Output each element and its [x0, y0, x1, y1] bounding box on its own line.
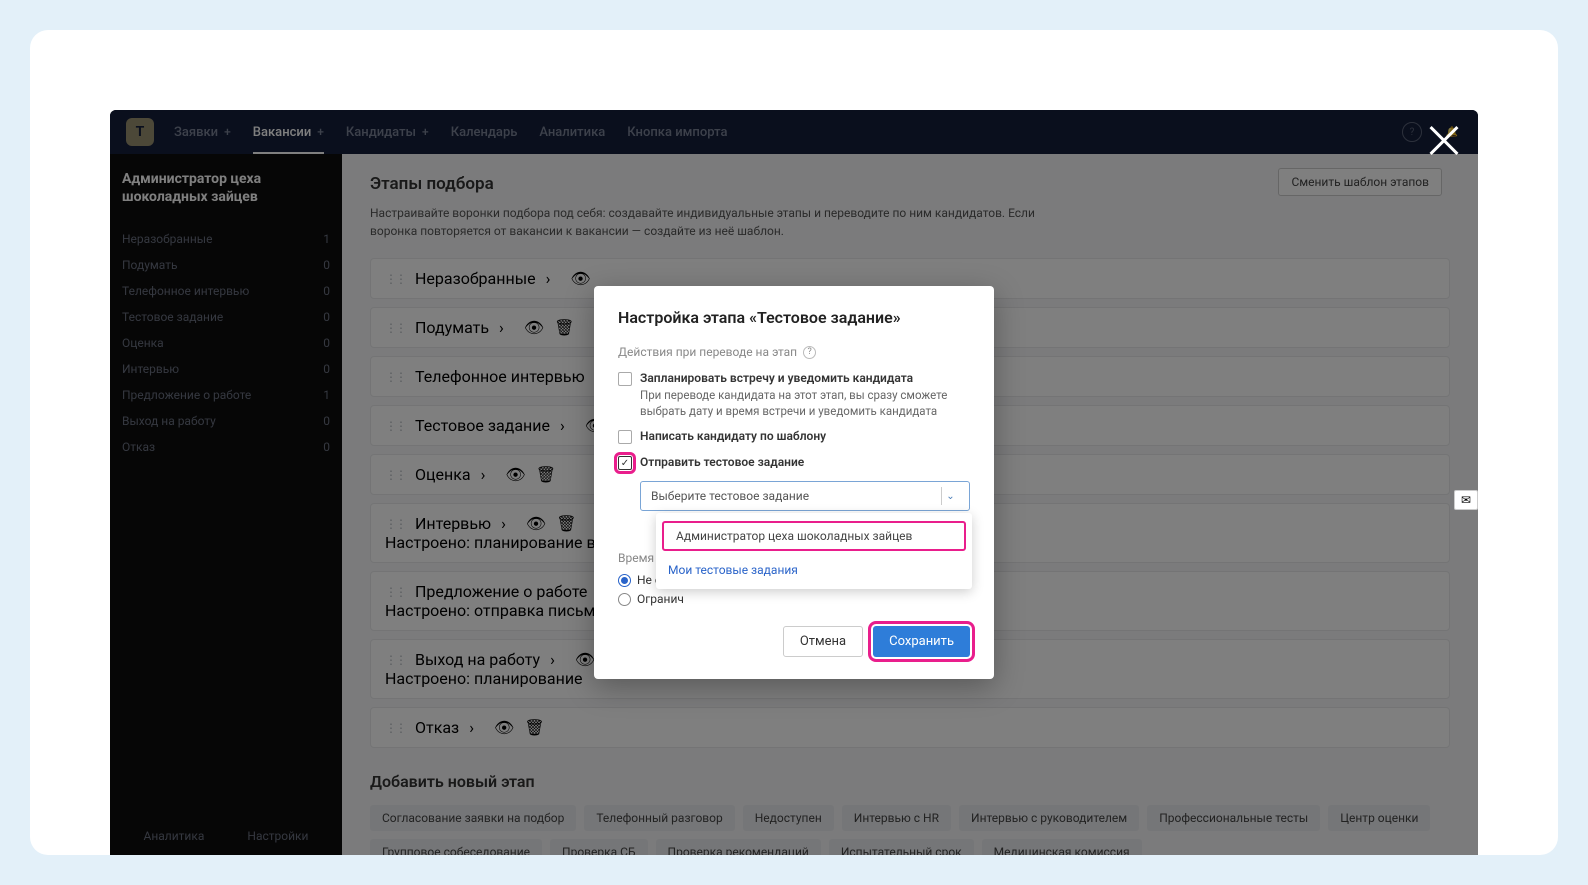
cancel-button[interactable]: Отмена: [783, 626, 863, 657]
radio-unlimited[interactable]: [618, 574, 631, 587]
modal-title: Настройка этапа «Тестовое задание»: [618, 308, 970, 327]
actions-label: Действия при переводе на этап ?: [618, 345, 970, 359]
chevron-down-icon: ⌄: [941, 487, 959, 505]
dropdown-option[interactable]: Администратор цеха шоколадных зайцев: [662, 521, 966, 551]
test-dropdown: Администратор цеха шоколадных зайцев Мои…: [656, 513, 972, 589]
dropdown-my-tests-link[interactable]: Мои тестовые задания: [656, 553, 972, 583]
cb1-desc: При переводе кандидата на этот этап, вы …: [640, 387, 970, 419]
stage-settings-modal: Настройка этапа «Тестовое задание» Дейст…: [594, 286, 994, 679]
checkbox-write-template[interactable]: [618, 430, 632, 444]
radio-limited[interactable]: [618, 593, 631, 606]
cb2-title: Написать кандидату по шаблону: [640, 429, 826, 443]
save-button[interactable]: Сохранить: [873, 626, 970, 657]
checkbox-send-test[interactable]: [618, 456, 632, 470]
help-icon[interactable]: ?: [803, 346, 816, 359]
cb1-title: Запланировать встречу и уведомить кандид…: [640, 371, 970, 385]
checkbox-schedule-meeting[interactable]: [618, 372, 632, 386]
mail-icon[interactable]: ✉: [1454, 490, 1478, 510]
cb3-title: Отправить тестовое задание: [640, 455, 804, 469]
test-select[interactable]: Выберите тестовое задание ⌄: [640, 481, 970, 511]
close-icon[interactable]: [1425, 120, 1463, 158]
